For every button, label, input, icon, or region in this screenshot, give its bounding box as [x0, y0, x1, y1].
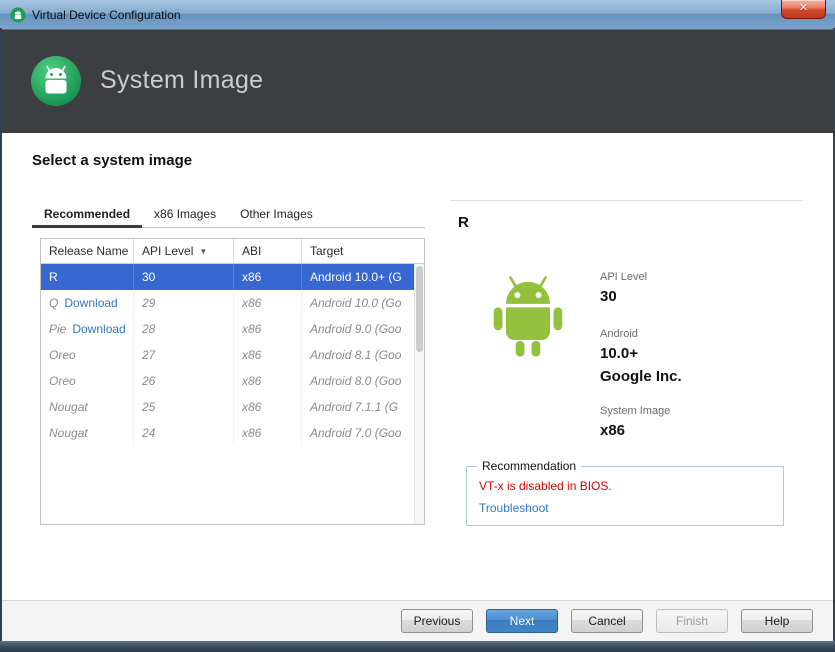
window-title: Virtual Device Configuration [32, 8, 181, 22]
release-name: Nougat [49, 426, 88, 440]
table-header-row: Release Name API Level ▼ ABI Target [41, 239, 424, 264]
section-heading: Select a system image [32, 152, 193, 169]
table-scrollbar[interactable] [414, 264, 424, 524]
details-panel-divider [450, 200, 803, 201]
wizard-step-title: System Image [100, 66, 264, 94]
column-header-target[interactable]: Target [302, 239, 424, 263]
table-row-oreo-26[interactable]: Oreo 26 x86 Android 8.0 (Goo [41, 368, 424, 394]
close-button[interactable]: ✕ [781, 0, 826, 19]
release-name: Q [49, 296, 59, 310]
table-row-q[interactable]: Q Download 29 x86 Android 10.0 (Go [41, 290, 424, 316]
tab-x86-images[interactable]: x86 Images [142, 202, 228, 228]
window-frame-left [0, 28, 2, 652]
download-link[interactable]: Download [64, 296, 117, 310]
recommendation-title: Recommendation [477, 459, 582, 473]
api-level-value: 30 [600, 288, 617, 305]
table-row-pie[interactable]: Pie Download 28 x86 Android 9.0 (Goo [41, 316, 424, 342]
titlebar[interactable]: Virtual Device Configuration ✕ [0, 0, 835, 30]
window-frame-bottom [0, 641, 835, 652]
virtual-device-configuration-dialog: Virtual Device Configuration ✕ System Im… [0, 0, 835, 652]
table-row-oreo-27[interactable]: Oreo 27 x86 Android 8.1 (Goo [41, 342, 424, 368]
table-row-nougat-25[interactable]: Nougat 25 x86 Android 7.1.1 (G [41, 394, 424, 420]
vendor-value: Google Inc. [600, 368, 682, 385]
system-image-label: System Image [600, 405, 671, 417]
troubleshoot-link[interactable]: Troubleshoot [479, 501, 549, 515]
cancel-button[interactable]: Cancel [571, 609, 643, 633]
selected-image-name: R [458, 214, 469, 231]
tab-other-images[interactable]: Other Images [228, 202, 325, 228]
vtx-warning-text: VT-x is disabled in BIOS. [479, 479, 612, 493]
release-name: Nougat [49, 400, 88, 414]
android-studio-logo-icon [31, 56, 81, 106]
column-header-abi[interactable]: ABI [234, 239, 302, 263]
android-version-value: 10.0+ [600, 345, 638, 362]
release-name: Oreo [49, 348, 76, 362]
sort-descending-icon: ▼ [199, 246, 208, 256]
release-name: R [49, 270, 58, 284]
recommendation-box: Recommendation VT-x is disabled in BIOS.… [466, 459, 784, 526]
image-details: API Level 30 Android 10.0+ Google Inc. S… [600, 271, 682, 439]
download-link[interactable]: Download [72, 322, 125, 336]
android-studio-icon [10, 7, 26, 23]
api-level-label: API Level [600, 271, 648, 283]
system-image-value: x86 [600, 422, 626, 439]
help-button[interactable]: Help [741, 609, 813, 633]
column-header-api-level[interactable]: API Level ▼ [134, 239, 234, 263]
next-button[interactable]: Next [486, 609, 558, 633]
wizard-header: System Image [0, 30, 835, 133]
table-row-nougat-24[interactable]: Nougat 24 x86 Android 7.0 (Goo [41, 420, 424, 446]
scrollbar-thumb[interactable] [416, 266, 423, 352]
android-robot-image [493, 276, 563, 357]
android-label: Android [600, 328, 638, 340]
button-bar: Previous Next Cancel Finish Help [0, 600, 835, 641]
system-image-table: Release Name API Level ▼ ABI Target R 30… [40, 238, 425, 525]
release-name: Oreo [49, 374, 76, 388]
previous-button[interactable]: Previous [401, 609, 473, 633]
column-header-release-name[interactable]: Release Name [41, 239, 134, 263]
tab-bar: Recommended x86 Images Other Images [32, 202, 425, 228]
tab-recommended[interactable]: Recommended [32, 202, 143, 228]
table-row-r[interactable]: R 30 x86 Android 10.0+ (G [41, 264, 424, 290]
finish-button[interactable]: Finish [656, 609, 728, 633]
release-name: Pie [49, 322, 67, 336]
